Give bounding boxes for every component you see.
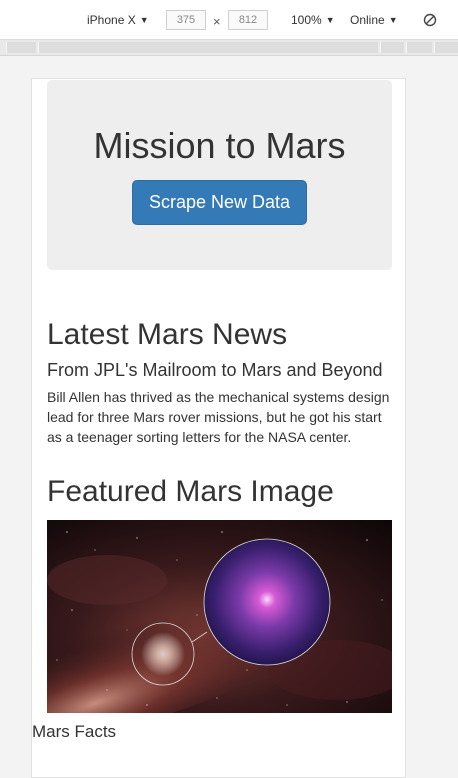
width-input[interactable]: 375 <box>166 10 206 30</box>
zoom-select[interactable]: 100% ▼ <box>291 13 335 27</box>
ruler-segment <box>434 42 458 53</box>
rotate-icon[interactable] <box>423 13 437 27</box>
ruler-segment <box>6 42 36 53</box>
mars-facts-heading: Mars Facts <box>32 722 117 741</box>
scrape-new-data-button[interactable]: Scrape New Data <box>132 180 307 225</box>
chevron-down-icon: ▼ <box>139 15 149 25</box>
device-select[interactable]: iPhone X ▼ <box>87 13 149 27</box>
network-select[interactable]: Online ▼ <box>350 13 398 27</box>
news-title: From JPL's Mailroom to Mars and Beyond <box>47 360 383 380</box>
device-viewport: Mission to Mars Scrape New Data Latest M… <box>31 78 406 778</box>
dimension-separator: × <box>213 14 221 29</box>
ruler-segment <box>380 42 404 53</box>
chevron-down-icon: ▼ <box>325 15 335 25</box>
news-paragraph: Bill Allen has thrived as the mechanical… <box>47 389 390 445</box>
page-title: Mission to Mars <box>93 125 346 166</box>
featured-mars-image <box>47 520 392 713</box>
zoom-label: 100% <box>291 13 322 27</box>
ruler-segment <box>406 42 432 53</box>
height-input[interactable]: 812 <box>228 10 268 30</box>
ruler-segment <box>38 42 378 53</box>
device-ruler <box>0 40 458 56</box>
chevron-down-icon: ▼ <box>388 15 398 25</box>
featured-image-heading: Featured Mars Image <box>47 475 334 508</box>
jumbotron: Mission to Mars Scrape New Data <box>47 80 392 270</box>
device-label: iPhone X <box>87 13 136 27</box>
news-section-heading: Latest Mars News <box>47 318 288 351</box>
network-label: Online <box>350 13 385 27</box>
devtools-toolbar: iPhone X ▼ 375 × 812 100% ▼ Online ▼ <box>0 0 458 40</box>
